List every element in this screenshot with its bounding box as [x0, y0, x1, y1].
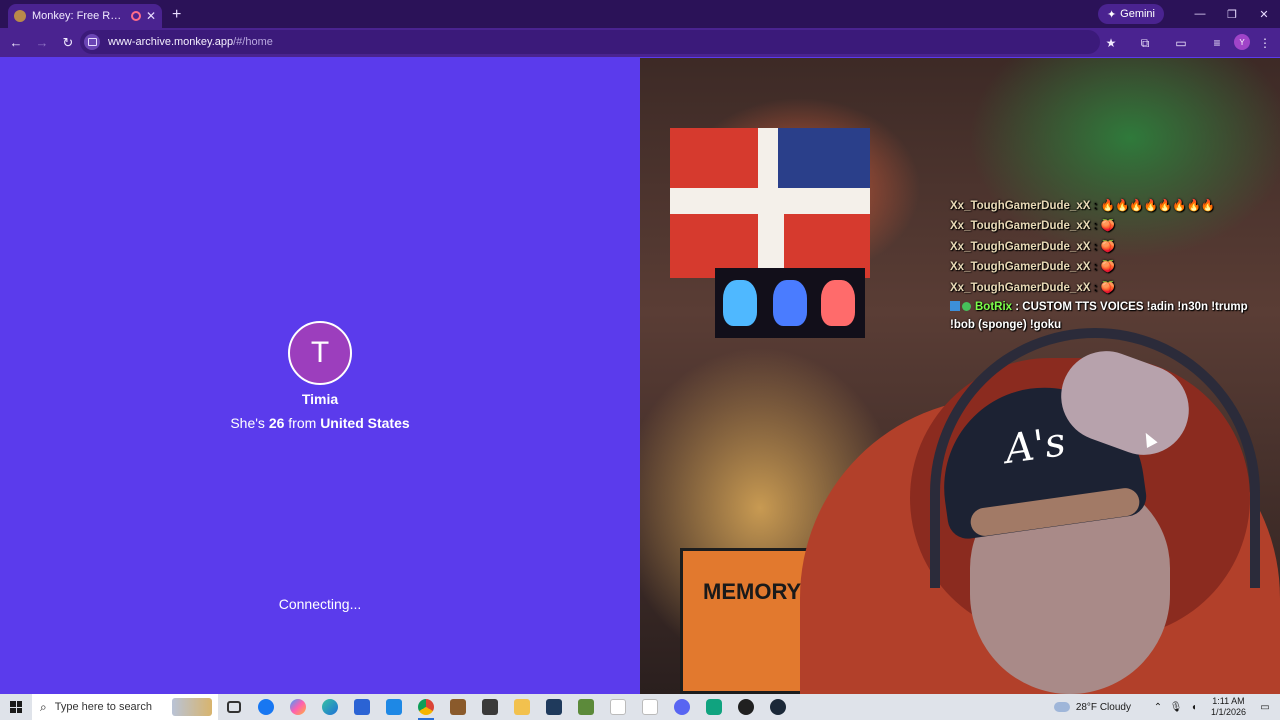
chat-message: Xx_ToughGamerDude_xX : 🍑	[950, 261, 1115, 274]
chat-text: 🍑	[1100, 261, 1115, 274]
user-name: Timia	[301, 391, 339, 407]
chat-text: 🔥🔥🔥🔥🔥🔥🔥🔥	[1100, 200, 1216, 212]
windows-taskbar: ⌕ Type here to search 28°F Cloudy ⌃ 🎙 ◖ …	[0, 694, 1280, 720]
verified-check-icon	[962, 301, 971, 311]
restore-window-icon[interactable]: ❐	[1216, 0, 1248, 28]
gemini-label: Gemini	[1120, 8, 1155, 20]
roblox-icon[interactable]	[474, 694, 506, 720]
recording-icon	[130, 11, 141, 21]
search-icon: ⌕	[40, 699, 47, 714]
task-view-icon[interactable]	[218, 694, 250, 720]
led-face-red	[821, 280, 855, 326]
chatgpt-icon[interactable]	[698, 694, 730, 720]
facebook-icon[interactable]	[250, 694, 282, 720]
windows-logo-icon	[10, 701, 22, 713]
copilot-icon[interactable]	[282, 694, 314, 720]
browser-tab-monkey[interactable]: Monkey: Free Random Video Chat ✕	[8, 4, 162, 28]
media-controls-icon[interactable]: ≡	[1206, 32, 1228, 54]
photos-icon[interactable]	[378, 694, 410, 720]
user-avatar: T	[288, 321, 352, 385]
terminal-icon[interactable]	[538, 694, 570, 720]
close-tab-icon[interactable]: ✕	[146, 9, 156, 23]
url-host: www-archive.monkey.app	[108, 36, 234, 48]
search-placeholder: Type here to search	[54, 701, 152, 713]
volume-icon[interactable]: ◖	[1185, 702, 1203, 713]
weather-readout[interactable]: 28°F Cloudy	[1076, 702, 1131, 713]
search-highlight-image	[172, 698, 212, 716]
discord-icon[interactable]	[666, 694, 698, 720]
led-panel	[715, 268, 865, 338]
taskbar-search[interactable]: ⌕ Type here to search	[32, 694, 218, 720]
menu-kebab-icon[interactable]: ⋮	[1254, 32, 1276, 54]
url-path: /#/home	[233, 36, 273, 48]
reload-icon[interactable]: ↻	[56, 31, 80, 55]
tab-title: Monkey: Free Random Video Chat	[32, 10, 126, 22]
microphone-icon[interactable]: 🎙	[1167, 702, 1185, 713]
chat-message: Xx_ToughGamerDude_xX : 🍑	[950, 240, 1115, 253]
chat-message: Xx_ToughGamerDude_xX : 🍑	[950, 220, 1115, 233]
cast-icon[interactable]: ▭	[1170, 32, 1192, 54]
chat-username: Xx_ToughGamerDude_xX	[950, 261, 1091, 274]
minimize-window-icon[interactable]: —	[1184, 0, 1216, 28]
info-mid: from	[288, 415, 317, 431]
led-face-indigo	[773, 280, 807, 326]
chat-username: Xx_ToughGamerDude_xX	[950, 281, 1091, 294]
user-age: 26	[268, 415, 285, 431]
game-app-icon[interactable]	[442, 694, 474, 720]
user-details: She's 26 from United States	[0, 415, 640, 431]
bot-username: BotRix	[975, 300, 1013, 313]
stream-chat-overlay: Xx_ToughGamerDude_xX : 🔥🔥🔥🔥🔥🔥🔥🔥 Xx_Tough…	[950, 196, 1270, 334]
site-info-icon[interactable]	[84, 34, 100, 50]
chat-username: Xx_ToughGamerDude_xX	[950, 240, 1091, 253]
monkey-favicon-icon	[14, 10, 26, 22]
connection-status: Connecting...	[278, 596, 362, 612]
cloud-icon	[1053, 702, 1070, 712]
document-icon[interactable]	[602, 694, 634, 720]
new-tab-button[interactable]: +	[172, 4, 181, 28]
profile-avatar[interactable]: Y	[1234, 34, 1250, 50]
user-country: United States	[320, 415, 410, 431]
cap-logo: A's	[1002, 419, 1069, 473]
browser-tab-strip: Monkey: Free Random Video Chat ✕ +	[0, 0, 1280, 28]
chat-text: 🍑	[1100, 240, 1115, 253]
document-icon[interactable]	[634, 694, 666, 720]
chat-message: Xx_ToughGamerDude_xX : 🔥🔥🔥🔥🔥🔥🔥🔥	[950, 200, 1216, 212]
chat-username: Xx_ToughGamerDude_xX	[950, 200, 1091, 212]
system-tray: 28°F Cloudy ⌃ 🎙 ◖ 1:11 AM 1/1/2026 ▭	[1053, 694, 1280, 720]
file-explorer-icon[interactable]	[506, 694, 538, 720]
sign-text: MEMORY	[703, 579, 802, 604]
chrome-icon[interactable]	[410, 694, 442, 720]
forward-arrow-icon[interactable]: →	[30, 31, 54, 55]
chat-username: Xx_ToughGamerDude_xX	[950, 220, 1091, 233]
video-feed: MEMORY A's Xx_ToughGamerDude_xX : 🔥🔥🔥🔥🔥🔥…	[640, 58, 1280, 694]
sparkle-icon: ✦	[1106, 8, 1117, 21]
close-window-icon[interactable]: ✕	[1248, 0, 1280, 28]
bookmark-star-icon[interactable]: ★	[1100, 32, 1122, 54]
browser-toolbar: ← → ↻ www-archive.monkey.app/#/home ★ ⧉ …	[0, 28, 1280, 57]
clock-date: 1/1/2026	[1210, 707, 1246, 717]
minecraft-icon[interactable]	[570, 694, 602, 720]
notifications-icon[interactable]: ▭	[1256, 702, 1274, 713]
match-info-panel: T Timia She's 26 from United States Conn…	[0, 58, 640, 694]
chat-text: 🍑	[1100, 220, 1115, 233]
steam-icon[interactable]	[762, 694, 794, 720]
clock[interactable]: 1:11 AM 1/1/2026	[1211, 696, 1246, 718]
bot-chat-message: BotRix : CUSTOM TTS VOICES !adin !n30n !…	[950, 300, 1248, 331]
start-button[interactable]	[0, 694, 32, 720]
bot-badge-icon	[950, 300, 960, 311]
extensions-icon[interactable]: ⧉	[1134, 32, 1156, 54]
chevron-up-icon[interactable]: ⌃	[1149, 702, 1167, 713]
clock-time: 1:11 AM	[1212, 696, 1245, 706]
chat-text: 🍑	[1100, 281, 1115, 294]
back-arrow-icon[interactable]: ←	[4, 31, 28, 55]
address-bar[interactable]: www-archive.monkey.app/#/home	[80, 30, 1100, 54]
led-face-blue	[723, 280, 757, 326]
obs-icon[interactable]	[730, 694, 762, 720]
chat-message: Xx_ToughGamerDude_xX : 🍑	[950, 281, 1115, 294]
flag-canton	[778, 128, 870, 188]
gemini-button[interactable]: ✦ Gemini	[1097, 4, 1164, 24]
edge-icon[interactable]	[314, 694, 346, 720]
info-prefix: She's	[230, 415, 265, 431]
store-icon[interactable]	[346, 694, 378, 720]
